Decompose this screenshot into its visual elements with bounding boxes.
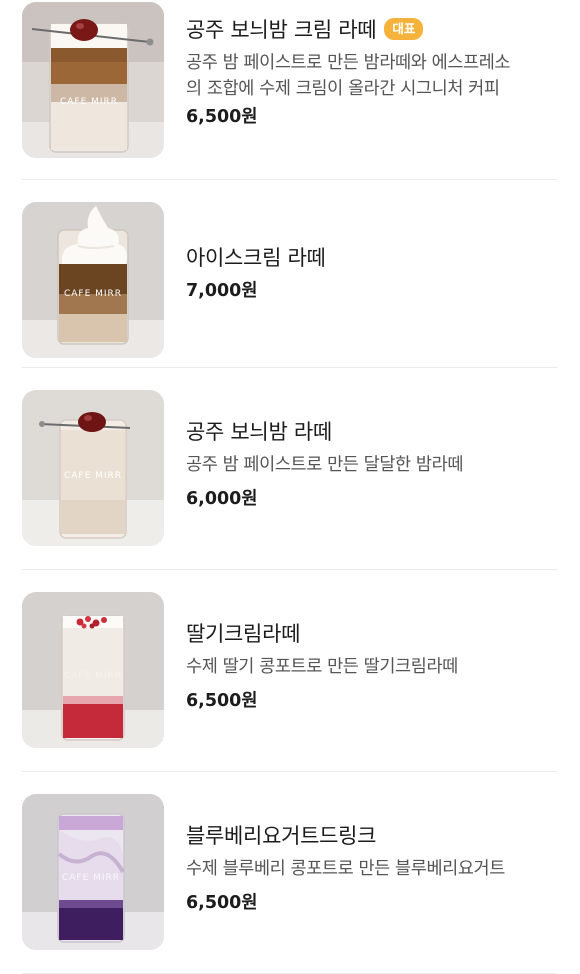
description-line: 수제 블루베리 콩포트로 만든 블루베리요거트 xyxy=(186,859,505,879)
blueberry-yogurt-drink-photo[interactable]: CAFE MIRR xyxy=(22,794,164,950)
description-line: 의 조합에 수제 크림이 올라간 시그니처 커피 xyxy=(186,79,500,99)
item-info: 공주 보늬밤 라떼 공주 밤 페이스트로 만든 달달한 밤라떼 6,000원 xyxy=(186,416,560,512)
item-name: 아이스크림 라떼 xyxy=(186,246,326,270)
svg-text:CAFE MIRR: CAFE MIRR xyxy=(62,873,120,883)
description-line: 수제 딸기 콩포트로 만든 딸기크림라떼 xyxy=(186,657,458,677)
menu-item-blueberry-yogurt-drink[interactable]: CAFE MIRR 블루베리요거트드링크 수제 블루베리 콩포트로 만든 블루베… xyxy=(0,772,580,974)
item-price: 6,500원 xyxy=(186,107,258,127)
description-line: 공주 밤 페이스트로 만든 달달한 밤라떼 xyxy=(186,455,464,475)
item-price: 6,500원 xyxy=(186,893,258,913)
chestnut-latte-photo[interactable]: CAFE MIRR xyxy=(22,390,164,546)
menu-list: CAFE MIRR 공주 보늬밤 크림 라떼 대표 공주 밤 페이스트로 만든 … xyxy=(0,0,580,974)
item-info: 공주 보늬밤 크림 라떼 대표 공주 밤 페이스트로 만든 밤라떼와 에스프레소… xyxy=(186,14,560,130)
item-price: 6,000원 xyxy=(186,489,258,509)
item-description: 수제 블루베리 콩포트로 만든 블루베리요거트 xyxy=(186,856,560,882)
item-name: 블루베리요거트드링크 xyxy=(186,824,377,848)
menu-item-strawberry-cream-latte[interactable]: CAFE MIRR 딸기크림라떼 수제 딸기 콩포트로 만든 딸기크림라떼 6,… xyxy=(0,570,580,772)
signature-badge: 대표 xyxy=(384,18,424,40)
item-info: 아이스크림 라떼 7,000원 xyxy=(186,242,560,304)
strawberry-cream-latte-photo[interactable]: CAFE MIRR xyxy=(22,592,164,748)
item-description: 공주 밤 페이스트로 만든 밤라떼와 에스프레소 의 조합에 수제 크림이 올라… xyxy=(186,50,560,102)
svg-text:CAFE MIRR: CAFE MIRR xyxy=(60,97,118,107)
svg-text:CAFE MIRR: CAFE MIRR xyxy=(64,471,122,481)
menu-item-chestnut-cream-latte[interactable]: CAFE MIRR 공주 보늬밤 크림 라떼 대표 공주 밤 페이스트로 만든 … xyxy=(0,0,580,180)
icecream-latte-photo[interactable]: CAFE MIRR xyxy=(22,202,164,358)
item-name: 공주 보늬밤 크림 라떼 xyxy=(186,18,377,42)
menu-item-icecream-latte[interactable]: CAFE MIRR 아이스크림 라떼 7,000원 xyxy=(0,180,580,368)
svg-text:CAFE MIRR: CAFE MIRR xyxy=(64,289,122,299)
menu-item-chestnut-latte[interactable]: CAFE MIRR 공주 보늬밤 라떼 공주 밤 페이스트로 만든 달달한 밤라… xyxy=(0,368,580,570)
item-info: 블루베리요거트드링크 수제 블루베리 콩포트로 만든 블루베리요거트 6,500… xyxy=(186,820,560,916)
item-info: 딸기크림라떼 수제 딸기 콩포트로 만든 딸기크림라떼 6,500원 xyxy=(186,618,560,714)
item-description: 공주 밤 페이스트로 만든 달달한 밤라떼 xyxy=(186,452,560,478)
item-price: 6,500원 xyxy=(186,691,258,711)
svg-text:CAFE MIRR: CAFE MIRR xyxy=(64,671,122,681)
item-description: 수제 딸기 콩포트로 만든 딸기크림라떼 xyxy=(186,654,560,680)
item-name: 딸기크림라떼 xyxy=(186,622,301,646)
item-name: 공주 보늬밤 라떼 xyxy=(186,420,332,444)
item-price: 7,000원 xyxy=(186,281,258,301)
description-line: 공주 밤 페이스트로 만든 밤라떼와 에스프레소 xyxy=(186,53,511,73)
chestnut-cream-latte-photo[interactable]: CAFE MIRR xyxy=(22,2,164,158)
